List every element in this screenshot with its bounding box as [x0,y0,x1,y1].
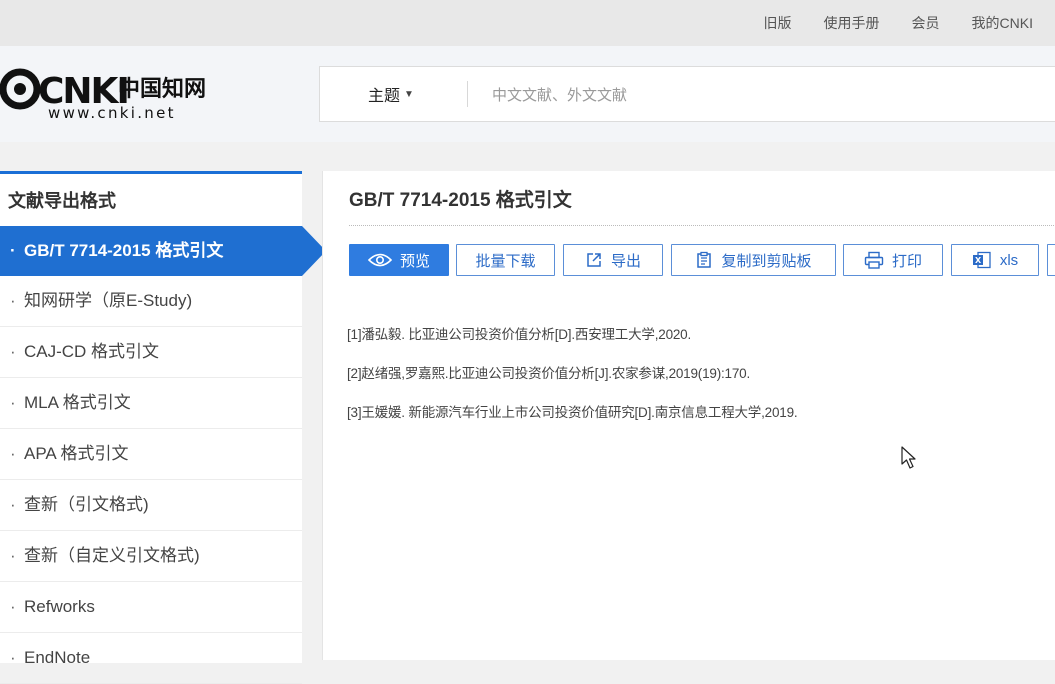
mouse-cursor-icon [901,446,919,475]
sidebar-item-label: Refworks [24,597,95,616]
bullet-icon: · [10,241,16,260]
top-nav-bar: 旧版 使用手册 会员 我的CNKI [0,0,1055,46]
export-button[interactable]: 导出 [563,244,663,276]
sidebar-item-caj-cd[interactable]: · CAJ-CD 格式引文 [0,327,302,378]
logo-chinese: 中国知网 [118,76,206,102]
bullet-icon: · [10,291,16,310]
sidebar-item-label: 知网研学（原E-Study) [24,291,193,310]
title-divider [349,225,1055,226]
bullet-icon: · [10,342,16,361]
bullet-icon: · [10,444,16,463]
print-button[interactable]: 打印 [843,244,943,276]
search-box: 主题 ▼ [319,66,1055,122]
sidebar-item-label: CAJ-CD 格式引文 [24,342,160,361]
eye-icon [367,253,392,267]
bullet-icon: · [10,546,16,565]
top-link-member[interactable]: 会员 [912,13,940,33]
reference-item: [1]潘弘毅. 比亚迪公司投资价值分析[D].西安理工大学,2020. [347,327,692,342]
external-link-icon [587,253,601,267]
batch-download-label: 批量下载 [475,252,536,270]
page-title: GB/T 7714-2015 格式引文 [349,190,572,211]
batch-download-button[interactable]: 批量下载 [456,244,555,276]
main-panel: GB/T 7714-2015 格式引文 预览 批量下载 导出 复制到剪贴板 打印… [322,171,1055,660]
reference-list: [1]潘弘毅. 比亚迪公司投资价值分析[D].西安理工大学,2020. [2]赵… [347,323,798,440]
sidebar-item-label: EndNote [24,648,91,667]
cnki-logo-icon: CNKI 中国知网 www.cnki.net [0,68,206,122]
sidebar-item-label: APA 格式引文 [24,444,129,463]
top-link-my-cnki[interactable]: 我的CNKI [972,13,1033,33]
sidebar-item-label: 查新（自定义引文格式) [24,546,200,565]
sidebar-item-label: 查新（引文格式) [24,495,149,514]
sidebar: 文献导出格式 · GB/T 7714-2015 格式引文 · 知网研学（原E-Stu… [0,171,326,684]
preview-label: 预览 [399,252,430,270]
sidebar-item-label: GB/T 7714-2015 格式引文 [24,241,224,260]
top-links: 旧版 使用手册 会员 我的CNKI [732,0,1033,46]
export-label: 导出 [610,252,641,270]
sidebar-item-mla[interactable]: · MLA 格式引文 [0,378,302,429]
caret-down-icon: ▼ [404,88,414,100]
more-button-partial[interactable] [1047,244,1055,276]
sidebar-item-novelty-citation[interactable]: · 查新（引文格式) [0,480,302,531]
sidebar-item-refworks[interactable]: · Refworks [0,582,302,633]
search-input[interactable] [490,75,1014,115]
bullet-icon: · [10,495,16,514]
sidebar-item-e-study[interactable]: · 知网研学（原E-Study) [0,276,302,327]
xls-label: xls [999,251,1019,269]
copy-label: 复制到剪贴板 [721,252,812,270]
top-link-old-version[interactable]: 旧版 [764,13,792,33]
sidebar-item-gbt-7714[interactable]: · GB/T 7714-2015 格式引文 [0,226,326,276]
reference-item: [3]王媛媛. 新能源汽车行业上市公司投资价值研究[D].南京信息工程大学,20… [347,405,798,420]
xls-button[interactable]: X xls [951,244,1039,276]
reference-item: [2]赵绪强,罗嘉熙.比亚迪公司投资价值分析[J].农家参谋,2019(19):… [347,366,751,381]
excel-icon: X [972,251,991,269]
sidebar-item-novelty-custom[interactable]: · 查新（自定义引文格式) [0,531,302,582]
copy-to-clipboard-button[interactable]: 复制到剪贴板 [671,244,836,276]
sidebar-item-apa[interactable]: · APA 格式引文 [0,429,302,480]
bullet-icon: · [10,648,16,667]
sidebar-item-label: MLA 格式引文 [24,393,131,412]
cnki-logo[interactable]: CNKI 中国知网 www.cnki.net [0,66,230,122]
svg-text:X: X [975,256,982,265]
search-field-label: 主题 [368,88,401,105]
printer-icon [864,251,884,269]
search-field-select[interactable]: 主题 ▼ [368,67,414,121]
logo-url: www.cnki.net [48,104,176,122]
clipboard-icon [697,251,712,268]
print-label: 打印 [891,252,922,270]
search-divider [467,81,468,107]
sidebar-title: 文献导出格式 [8,191,116,211]
bullet-icon: · [10,597,16,616]
top-link-manual[interactable]: 使用手册 [824,13,880,33]
sidebar-item-endnote[interactable]: · EndNote [0,633,302,684]
bullet-icon: · [10,393,16,412]
preview-button[interactable]: 预览 [349,244,449,276]
